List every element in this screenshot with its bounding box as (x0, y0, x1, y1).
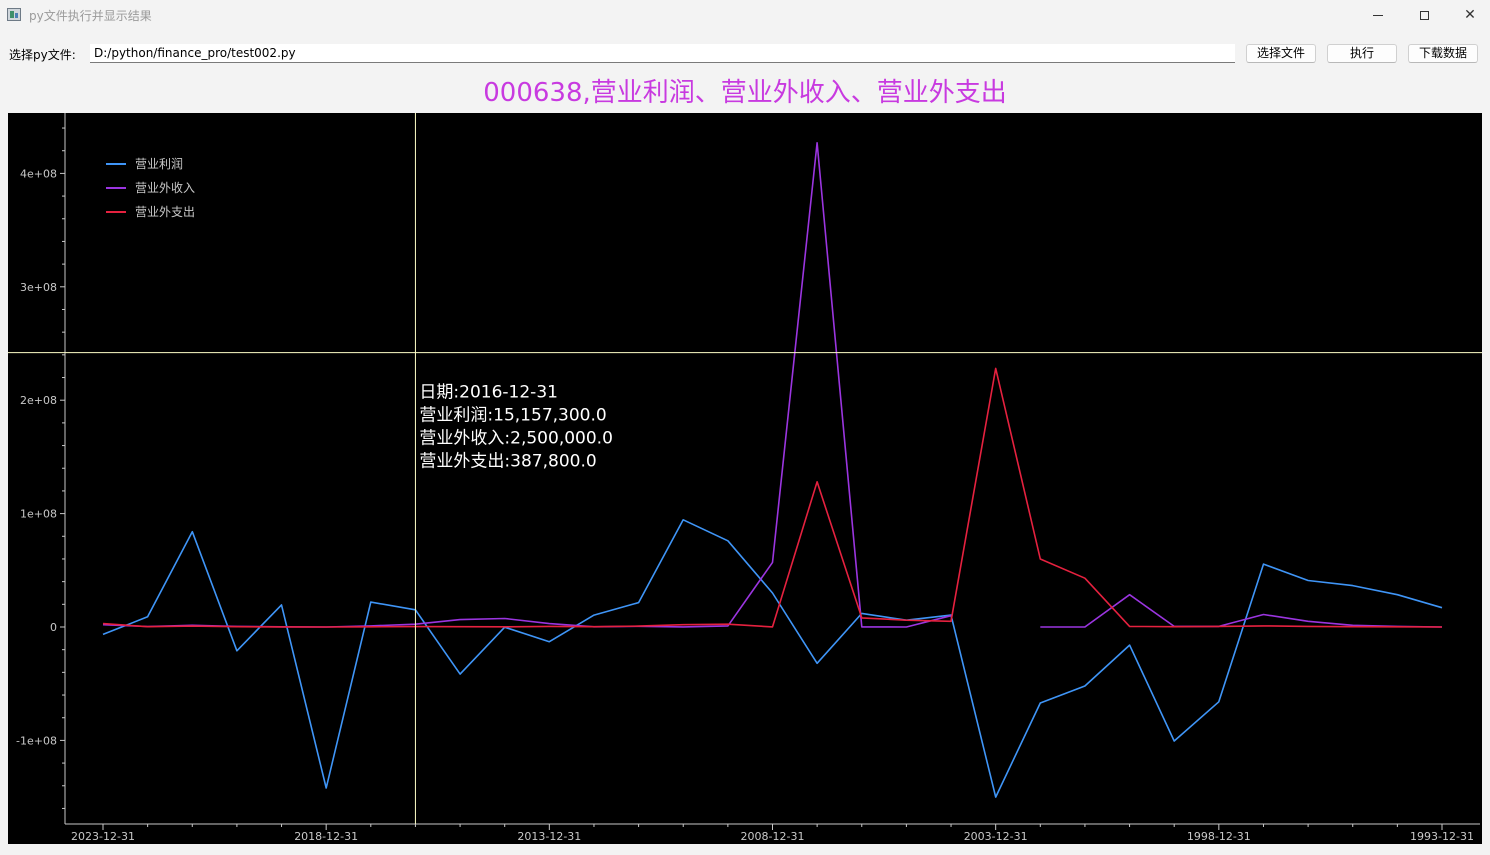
maximize-icon (1419, 10, 1429, 20)
window-title: py文件执行并显示结果 (29, 9, 152, 23)
x-tick-label: 2018-12-31 (294, 830, 358, 843)
close-button[interactable]: ✕ (1447, 0, 1490, 30)
maximize-button[interactable] (1401, 0, 1447, 30)
y-tick-label: 1e+08 (20, 508, 57, 521)
crosshair-expense-label: 营业外支出:387,800.0 (419, 452, 596, 472)
chart-title: 000638,营业利润、营业外收入、营业外支出 (483, 78, 1007, 108)
crosshair-profit-label: 营业利润:15,157,300.0 (419, 406, 606, 426)
x-tick-label: 1998-12-31 (1187, 830, 1251, 843)
minimize-icon (1373, 14, 1383, 16)
x-tick-label: 2023-12-31 (71, 830, 135, 843)
legend-label: 营业外支出 (135, 205, 195, 219)
file-label: 选择py文件: (9, 48, 76, 62)
app-icon (7, 8, 21, 21)
y-tick-label: 2e+08 (20, 394, 57, 407)
x-tick-label: 2008-12-31 (741, 830, 805, 843)
crosshair-date-label: 日期:2016-12-31 (419, 383, 558, 403)
y-tick-label: 3e+08 (20, 281, 57, 294)
x-tick-label: 1993-12-31 (1410, 830, 1474, 843)
legend-label: 营业外收入 (135, 181, 195, 195)
select-file-button[interactable]: 选择文件 (1246, 44, 1316, 63)
title-bar: py文件执行并显示结果 ✕ (0, 0, 1490, 30)
download-data-button[interactable]: 下载数据 (1408, 44, 1478, 63)
x-tick-label: 2013-12-31 (517, 830, 581, 843)
y-tick-label: -1e+08 (16, 734, 57, 747)
legend-label: 营业利润 (135, 157, 183, 171)
x-tick-label: 2003-12-31 (964, 830, 1028, 843)
file-path-input[interactable] (90, 44, 1235, 63)
close-icon: ✕ (1464, 7, 1476, 23)
y-tick-label: 4e+08 (20, 167, 57, 180)
y-tick-label: 0 (50, 621, 57, 634)
plot-background (8, 113, 1482, 844)
run-button[interactable]: 执行 (1327, 44, 1397, 63)
minimize-button[interactable] (1355, 0, 1401, 30)
plot-area[interactable]: -1e+08 0 1e+08 2e+08 3e+08 4e+08 2023-12-31 201… (8, 113, 1482, 844)
crosshair-income-label: 营业外收入:2,500,000.0 (419, 429, 612, 449)
